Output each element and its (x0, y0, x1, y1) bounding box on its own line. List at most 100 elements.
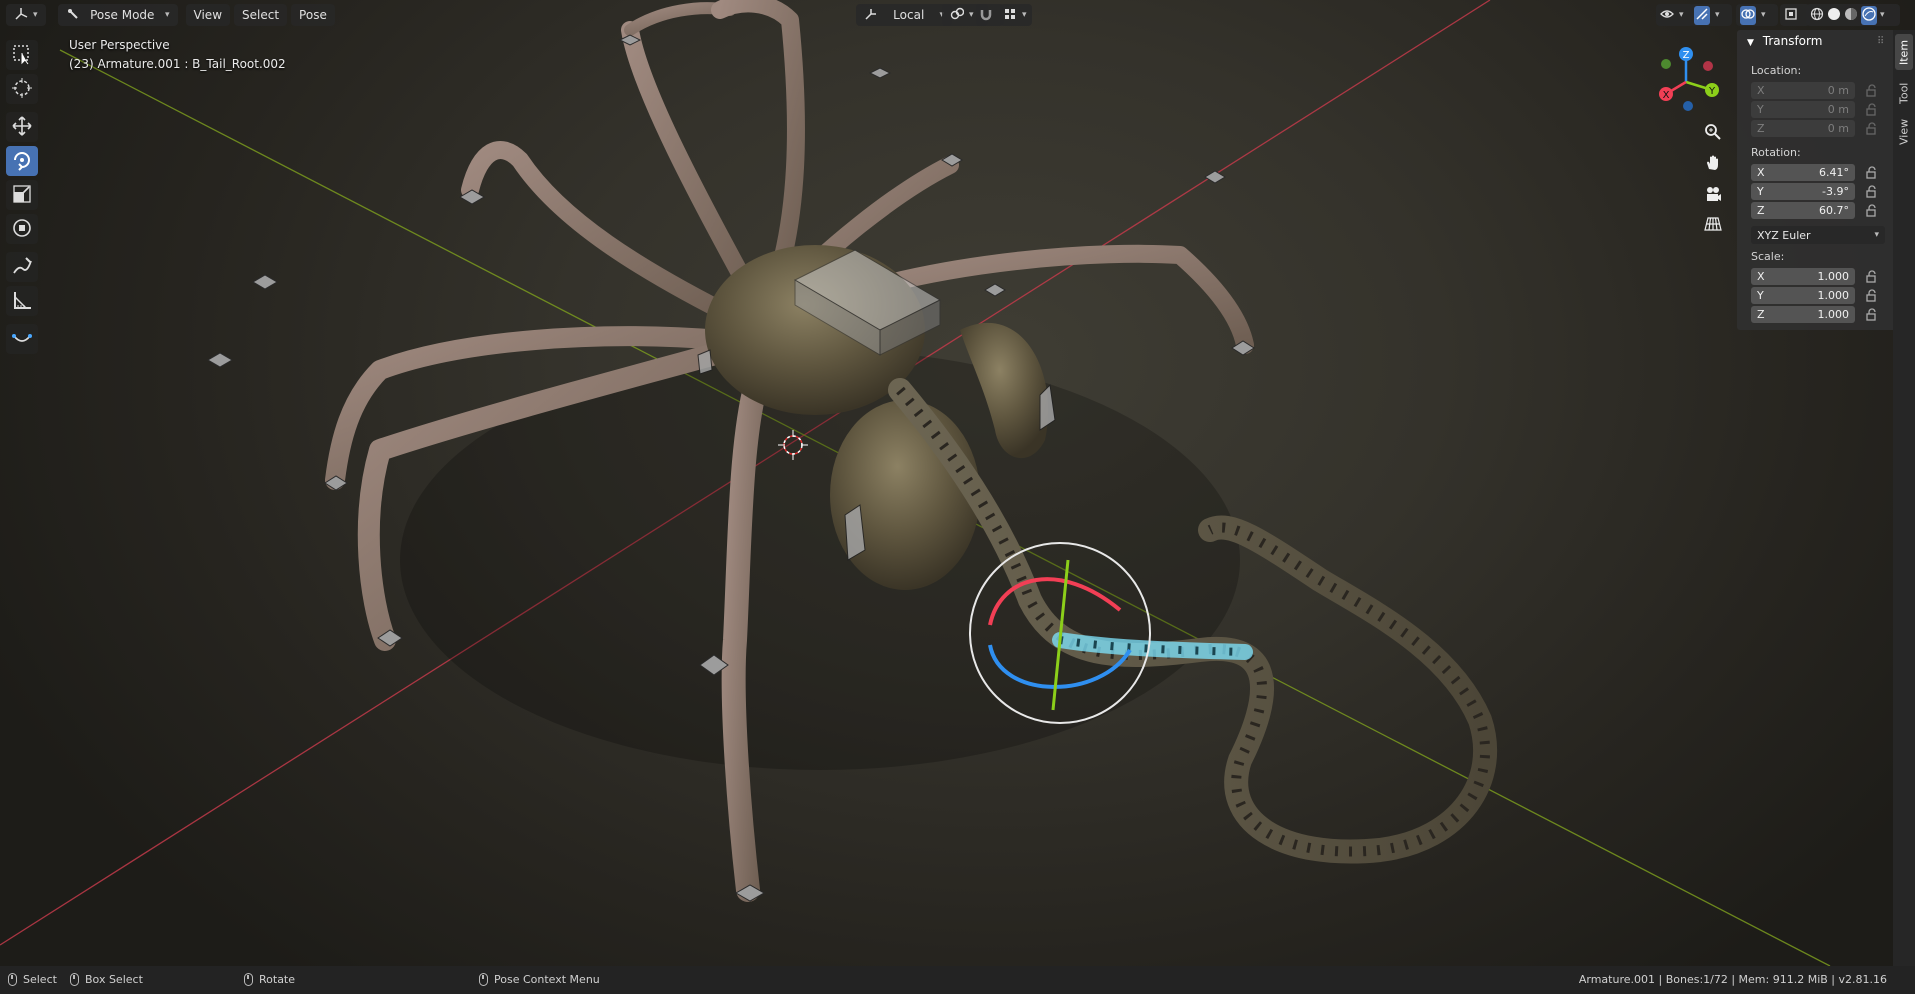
move-tool[interactable] (6, 112, 38, 142)
axis-label: X (1757, 166, 1765, 179)
lock-icon[interactable] (1865, 122, 1879, 136)
axes-3d-icon (14, 7, 28, 24)
select-box-icon (11, 43, 33, 68)
field-value: 60.7° (1819, 204, 1849, 217)
pivot-icon (950, 7, 965, 24)
scale-y-field[interactable]: Y 1.000 (1751, 287, 1855, 304)
tab-tool[interactable]: Tool (1895, 76, 1913, 110)
rotation-label: Rotation: (1751, 146, 1801, 159)
editor-type-button[interactable]: ▾ (6, 4, 46, 26)
rotation-y-field[interactable]: Y -3.9° (1751, 183, 1855, 200)
solid-shading-icon[interactable] (1827, 7, 1841, 24)
axis-label: Z (1757, 204, 1765, 217)
rotation-mode-dropdown[interactable]: XYZ Euler ▾ (1751, 226, 1885, 244)
chevron-down-icon: ▾ (1761, 10, 1766, 20)
mouse-right-icon (479, 973, 488, 986)
rendered-shading-icon[interactable] (1861, 5, 1877, 25)
snap-target-dropdown[interactable]: ▾ (1000, 4, 1032, 26)
transform-tool[interactable] (6, 214, 38, 244)
field-value: 1.000 (1817, 289, 1850, 302)
sidebar-panel: ▼ Transform ⠿ Location: X 0 m Y 0 m Z 0 m R… (1737, 30, 1893, 330)
transform-orientation-dropdown[interactable]: Local ▾ (856, 4, 952, 26)
shading-selector[interactable]: ▾ (1806, 4, 1900, 26)
scale-x-field[interactable]: X 1.000 (1751, 268, 1855, 285)
status-box-select-hint: Box Select (70, 973, 143, 986)
lock-icon[interactable] (1865, 166, 1879, 180)
drag-handle-icon[interactable]: ⠿ (1877, 36, 1884, 47)
camera-view-button[interactable] (1699, 181, 1727, 209)
chevron-down-icon: ▾ (1874, 230, 1879, 240)
status-bar: Select Box Select Rotate Pose Context Me… (0, 966, 1915, 994)
lock-icon[interactable] (1865, 84, 1879, 98)
annotate-icon (11, 255, 33, 280)
field-value: 0 m (1827, 84, 1849, 97)
field-value: 6.41° (1819, 166, 1849, 179)
axis-label: Y (1757, 289, 1764, 302)
perspective-label: User Perspective (69, 38, 170, 52)
cursor-tool[interactable] (6, 74, 38, 104)
field-value: 0 m (1827, 103, 1849, 116)
bone-tool[interactable] (6, 324, 38, 354)
rotate-tool[interactable] (6, 146, 38, 176)
rotation-x-field[interactable]: X 6.41° (1751, 164, 1855, 181)
perspective-toggle-button[interactable] (1699, 211, 1727, 239)
scale-z-field[interactable]: Z 1.000 (1751, 306, 1855, 323)
lock-icon[interactable] (1865, 185, 1879, 199)
cursor-icon (11, 77, 33, 102)
mouse-middle-icon (244, 973, 253, 986)
zoom-button[interactable] (1699, 119, 1727, 147)
navigation-gizmo[interactable]: Z Y X (1644, 40, 1724, 120)
scale-tool[interactable] (6, 180, 38, 210)
pan-button[interactable] (1699, 150, 1727, 178)
eye-icon (1660, 7, 1674, 24)
lock-icon[interactable] (1865, 270, 1879, 284)
status-rotate-label: Rotate (259, 973, 296, 986)
chevron-down-icon: ▾ (1022, 10, 1027, 20)
gizmo-icon (1694, 5, 1710, 25)
select-box-tool[interactable] (6, 40, 38, 70)
scene-render[interactable] (0, 0, 1915, 966)
location-x-field[interactable]: X 0 m (1751, 82, 1855, 99)
axis-label: Z (1757, 308, 1765, 321)
location-z-field[interactable]: Z 0 m (1751, 120, 1855, 137)
zoom-icon (1703, 122, 1723, 145)
hand-icon (1703, 153, 1723, 176)
axis-label: X (1757, 84, 1765, 97)
location-label: Location: (1751, 64, 1802, 77)
sidebar-tabs: Item Tool View (1893, 30, 1915, 966)
view-menu[interactable]: View (185, 4, 231, 26)
xray-icon (1784, 7, 1798, 24)
pose-menu[interactable]: Pose (291, 4, 335, 26)
visibility-dropdown[interactable]: ▾ (1656, 4, 1694, 26)
transform-panel-header[interactable]: ▼ Transform (1747, 34, 1822, 48)
lock-icon[interactable] (1865, 289, 1879, 303)
bone-icon (11, 327, 33, 352)
panel-title: Transform (1762, 34, 1823, 48)
transform-icon (11, 217, 33, 242)
snap-grid-icon (1003, 7, 1017, 24)
lock-icon[interactable] (1865, 103, 1879, 117)
material-shading-icon[interactable] (1844, 7, 1858, 24)
annotate-tool[interactable] (6, 252, 38, 282)
rotation-z-field[interactable]: Z 60.7° (1751, 202, 1855, 219)
select-menu[interactable]: Select (234, 4, 288, 26)
3d-viewport[interactable]: ▾ Pose Mode ▾ View Select Pose Local ▾ ▾ (0, 0, 1915, 966)
grid-perspective-icon (1703, 214, 1723, 237)
tab-view[interactable]: View (1895, 114, 1913, 150)
lock-icon[interactable] (1865, 204, 1879, 218)
mode-dropdown[interactable]: Pose Mode ▾ (57, 4, 178, 26)
wireframe-shading-icon[interactable] (1810, 7, 1824, 24)
pose-mode-icon (66, 7, 80, 24)
location-y-field[interactable]: Y 0 m (1751, 101, 1855, 118)
disclosure-triangle-icon: ▼ (1747, 38, 1754, 48)
gizmo-toggle[interactable]: ▾ (1690, 4, 1732, 26)
tab-item[interactable]: Item (1895, 34, 1913, 70)
rotate-icon (11, 149, 33, 174)
status-select-hint: Select (8, 973, 57, 986)
camera-icon (1703, 184, 1723, 207)
field-value: 1.000 (1817, 308, 1850, 321)
lock-icon[interactable] (1865, 308, 1879, 322)
measure-tool[interactable] (6, 286, 38, 316)
mouse-left-icon (8, 973, 17, 986)
overlays-toggle[interactable]: ▾ (1736, 4, 1778, 26)
